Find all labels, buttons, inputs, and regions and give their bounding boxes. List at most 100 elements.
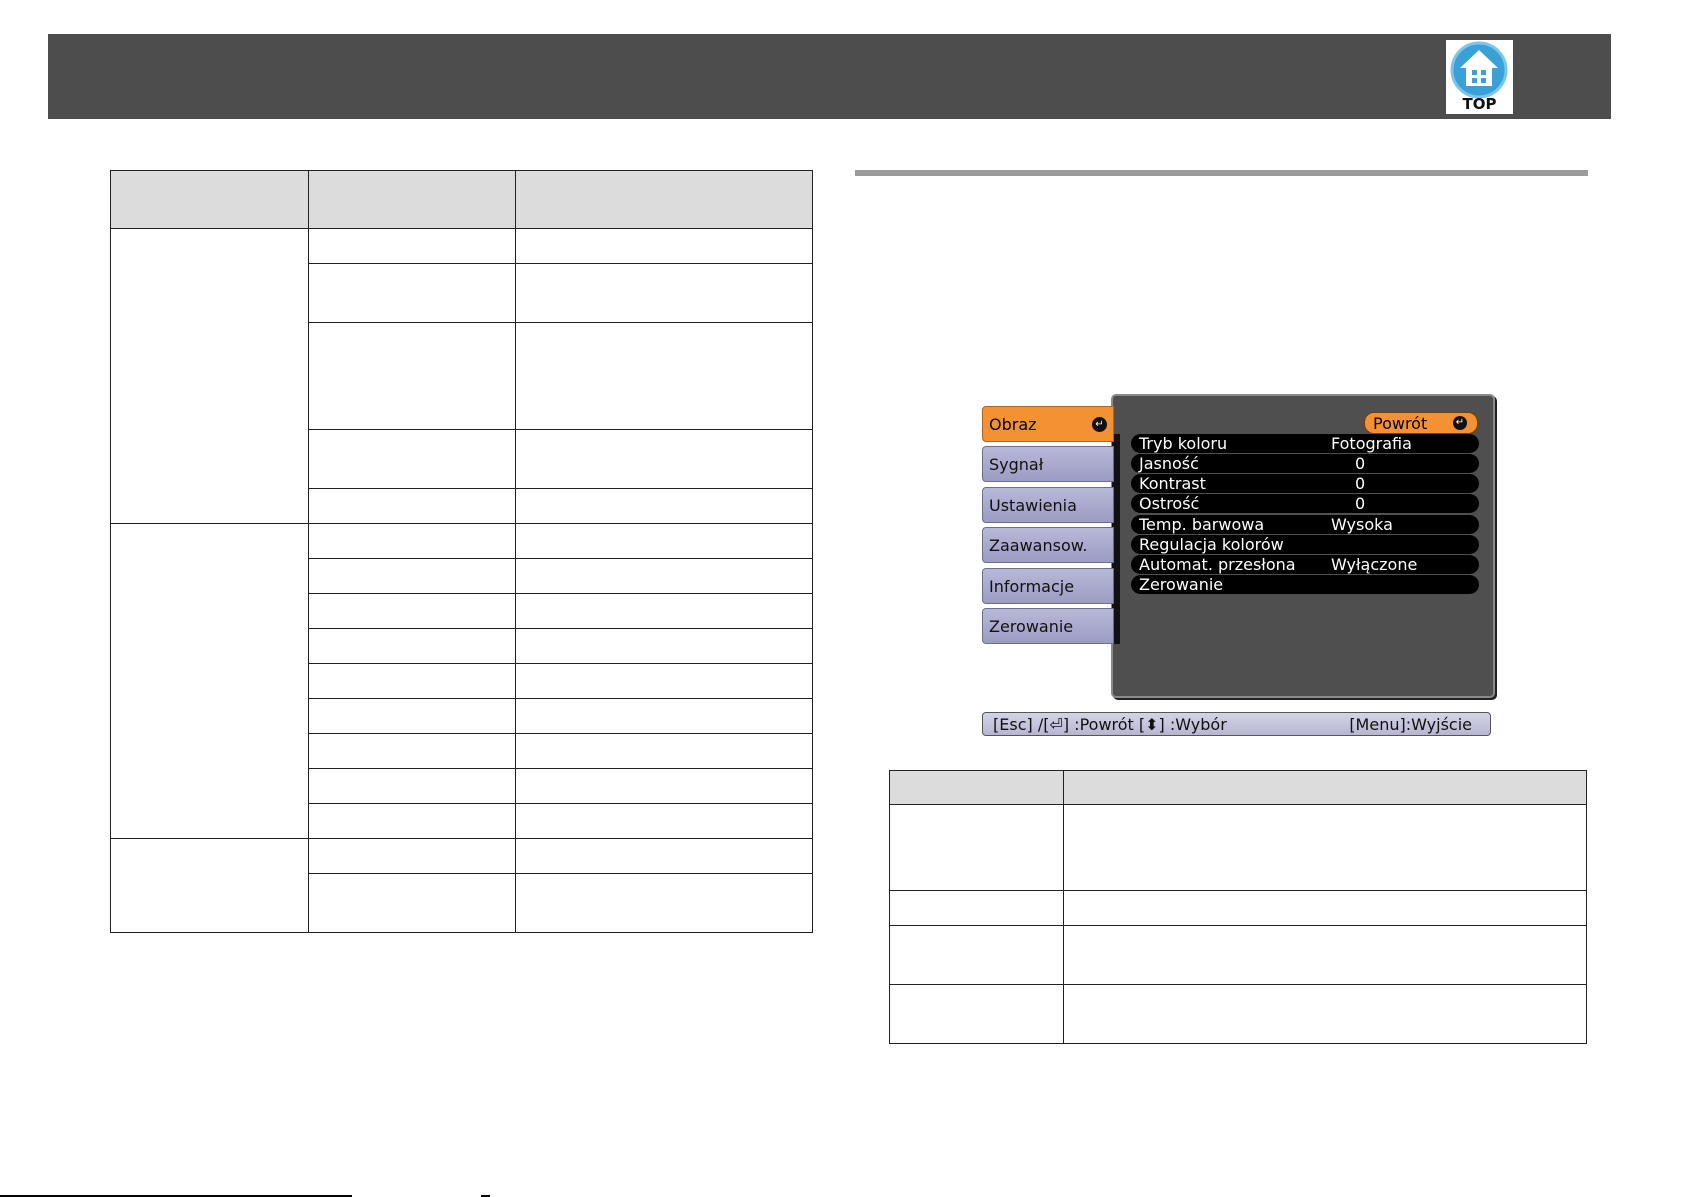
table-row	[110, 523, 813, 839]
table-group-cell	[110, 838, 309, 933]
osd-item-label: Jasność	[1139, 454, 1199, 473]
osd-item-label: Kontrast	[1139, 474, 1206, 493]
osd-tab-sygnal[interactable]: Sygnał	[982, 446, 1114, 482]
table-cell	[515, 558, 813, 594]
table-cell	[307, 593, 517, 629]
enter-icon: ↵	[1092, 417, 1107, 432]
top-logo-label: TOP	[1462, 95, 1497, 113]
table-cell	[307, 263, 517, 323]
table-cell	[307, 523, 517, 559]
table-row	[889, 984, 1588, 1044]
table-cell	[515, 838, 813, 874]
table-header-row	[889, 770, 1588, 805]
osd-tab-label: Ustawienia	[989, 496, 1077, 515]
table-cell	[515, 733, 813, 769]
table-header-cell	[1062, 770, 1588, 805]
table-cell	[515, 698, 813, 734]
table-row	[889, 804, 1588, 891]
table-cell	[307, 733, 517, 769]
table-cell	[515, 873, 813, 933]
table-cell	[515, 803, 813, 839]
table-row	[110, 228, 813, 524]
table-cell	[307, 488, 517, 524]
table-cell	[515, 322, 813, 430]
osd-item-value: 0	[1355, 494, 1366, 513]
osd-item-ostrosc[interactable]: Ostrość 0	[1131, 494, 1479, 513]
osd-back-label: Powrót	[1373, 414, 1428, 433]
table-group-cell	[110, 228, 309, 524]
table-cell	[889, 984, 1064, 1044]
osd-back-button[interactable]: Powrót ↵	[1364, 412, 1478, 434]
table-cell	[307, 322, 517, 430]
osd-tab-label: Zaawansow.	[989, 536, 1088, 555]
table-header-row	[110, 170, 813, 229]
osd-item-value: 0	[1355, 474, 1366, 493]
osd-tab-obraz[interactable]: Obraz ↵	[982, 406, 1114, 442]
osd-tab-ustawienia[interactable]: Ustawienia	[982, 487, 1114, 523]
osd-item-value: 0	[1355, 454, 1366, 473]
table-row	[889, 925, 1588, 985]
table-cell	[515, 523, 813, 559]
osd-tab-label: Informacje	[989, 577, 1075, 596]
osd-item-zerowanie[interactable]: Zerowanie	[1131, 575, 1479, 594]
osd-item-value: Wyłączone	[1331, 555, 1418, 574]
osd-item-label: Tryb koloru	[1139, 434, 1228, 453]
osd-item-label: Ostrość	[1139, 494, 1200, 513]
table-cell	[307, 768, 517, 804]
osd-item-automat-przeslona[interactable]: Automat. przesłona Wyłączone	[1131, 555, 1479, 574]
table-cell	[1062, 890, 1588, 926]
table-cell	[307, 228, 517, 264]
osd-footer-exit: [Menu]:Wyjście	[1349, 715, 1472, 734]
right-settings-table	[889, 770, 1588, 1044]
table-header-cell	[889, 770, 1064, 805]
table-cell	[1062, 984, 1588, 1044]
page-header-band	[48, 34, 1611, 119]
osd-tab-informacje[interactable]: Informacje	[982, 568, 1114, 604]
table-cell	[515, 488, 813, 524]
osd-item-value: Fotografia	[1331, 434, 1412, 453]
osd-tab-zerowanie[interactable]: Zerowanie	[982, 608, 1114, 644]
table-cell	[307, 873, 517, 933]
osd-item-label: Zerowanie	[1139, 575, 1224, 594]
osd-item-label: Regulacja kolorów	[1139, 535, 1284, 554]
osd-tab-label: Zerowanie	[989, 617, 1074, 636]
osd-item-value: Wysoka	[1331, 515, 1393, 534]
top-home-icon[interactable]: TOP	[1446, 40, 1513, 114]
table-cell	[515, 429, 813, 489]
osd-footer-hints: [Esc] /[⏎] :Powrót [⬍] :Wybór	[993, 715, 1227, 734]
table-cell	[889, 925, 1064, 985]
table-header-cell	[110, 170, 309, 229]
osd-item-kontrast[interactable]: Kontrast 0	[1131, 474, 1479, 493]
table-row	[110, 838, 813, 933]
table-cell	[307, 558, 517, 594]
table-cell	[515, 663, 813, 699]
osd-tab-zaawansow[interactable]: Zaawansow.	[982, 527, 1114, 563]
table-group-cell	[110, 523, 309, 839]
table-cell	[889, 890, 1064, 926]
osd-item-jasnosc[interactable]: Jasność 0	[1131, 454, 1479, 473]
table-cell	[307, 803, 517, 839]
section-divider	[855, 170, 1588, 176]
table-row	[889, 890, 1588, 926]
table-cell	[307, 628, 517, 664]
table-cell	[307, 838, 517, 874]
table-cell	[307, 663, 517, 699]
table-header-cell	[307, 170, 517, 229]
table-cell	[515, 228, 813, 264]
table-cell	[515, 768, 813, 804]
table-cell	[889, 804, 1064, 891]
osd-item-tryb-koloru[interactable]: Tryb koloru Fotografia	[1131, 434, 1479, 453]
osd-item-temp-barwowa[interactable]: Temp. barwowa Wysoka	[1131, 515, 1479, 534]
table-cell	[515, 628, 813, 664]
osd-item-regulacja-kolorow[interactable]: Regulacja kolorów	[1131, 535, 1479, 554]
table-cell	[307, 698, 517, 734]
table-header-cell	[515, 170, 813, 229]
osd-tab-label: Sygnał	[989, 455, 1044, 474]
table-cell	[1062, 925, 1588, 985]
osd-footer-bar: [Esc] /[⏎] :Powrót [⬍] :Wybór [Menu]:Wyj…	[982, 712, 1491, 736]
table-cell	[1062, 804, 1588, 891]
osd-item-label: Temp. barwowa	[1139, 515, 1265, 534]
osd-item-label: Automat. przesłona	[1139, 555, 1296, 574]
osd-tab-label: Obraz	[989, 415, 1037, 434]
table-cell	[307, 429, 517, 489]
